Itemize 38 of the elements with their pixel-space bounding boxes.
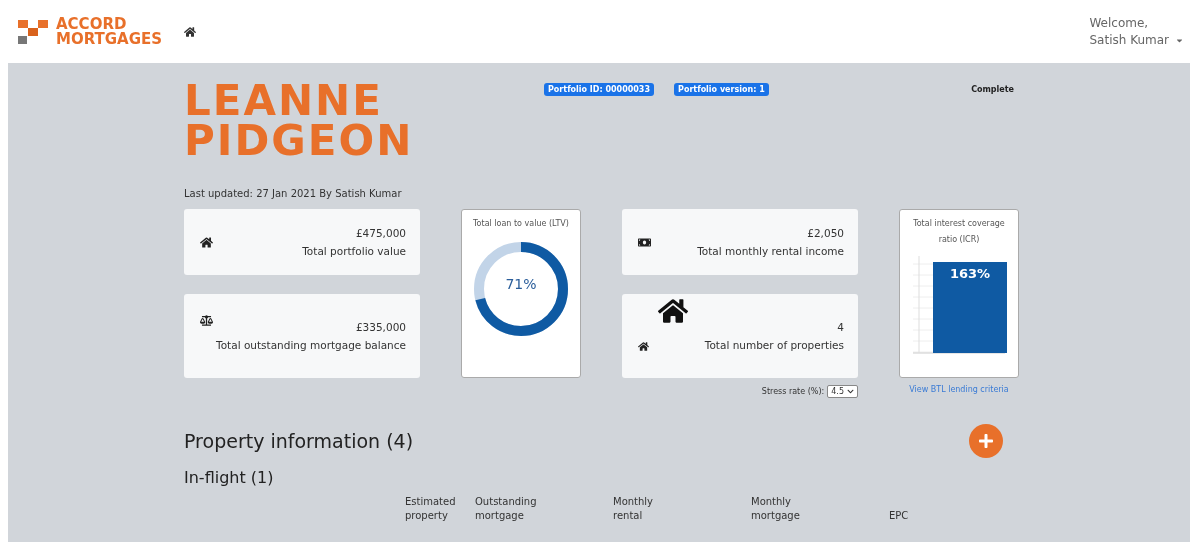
chart-title: Total loan to value (LTV) (472, 218, 570, 230)
stress-rate-label: Stress rate (%): (761, 387, 825, 396)
stat-value: £335,000 (355, 320, 406, 335)
column-header: Monthly rental (613, 495, 655, 523)
column-header: Outstanding mortgage (475, 495, 538, 523)
logo-icon (18, 19, 50, 44)
portfolio-badge: Portfolio version: 1 (674, 83, 769, 96)
chart-title: Total interest coverage ratio (ICR) (912, 218, 1006, 246)
stat-value: 4 (837, 320, 844, 335)
section-heading: Property information (4) (184, 430, 414, 452)
last-updated: Last updated: 27 Jan 2021 By Satish Kumar (184, 188, 403, 199)
add-button[interactable] (969, 424, 1003, 458)
home-icon (638, 340, 649, 352)
column-header: EPC (889, 509, 910, 523)
logo-text: ACCORD MORTGAGES (56, 16, 163, 47)
stat-label: Total number of properties (704, 338, 844, 353)
column-header: Monthly mortgage (751, 495, 801, 523)
chevron-icon (847, 388, 854, 395)
icr-reading: 163% (948, 266, 992, 281)
stress-rate-select[interactable]: 4.5 (827, 385, 858, 398)
status-text: Complete (971, 85, 1014, 94)
stat-value: £2,050 (807, 226, 844, 241)
stat-label: Total outstanding mortgage balance (216, 338, 406, 353)
stat-label: Total portfolio value (302, 244, 406, 259)
house-icon (658, 296, 688, 326)
subsection-heading: In-flight (1) (184, 468, 275, 487)
plus-icon (978, 433, 994, 449)
home-icon[interactable] (184, 25, 197, 38)
portfolio-name: LEANNE PIDGEON (184, 81, 415, 161)
ltv-reading: 71% (504, 276, 538, 292)
home-icon (200, 235, 213, 249)
welcome-text: Welcome, (1089, 14, 1149, 32)
scale-icon (200, 314, 213, 327)
stat-value: £475,000 (355, 226, 406, 241)
portfolio-badge: Portfolio ID: 00000033 (544, 83, 654, 96)
column-header: Estimated property (405, 495, 457, 523)
user-menu[interactable]: Satish Kumar (1089, 31, 1184, 49)
stat-label: Total monthly rental income (697, 244, 844, 259)
